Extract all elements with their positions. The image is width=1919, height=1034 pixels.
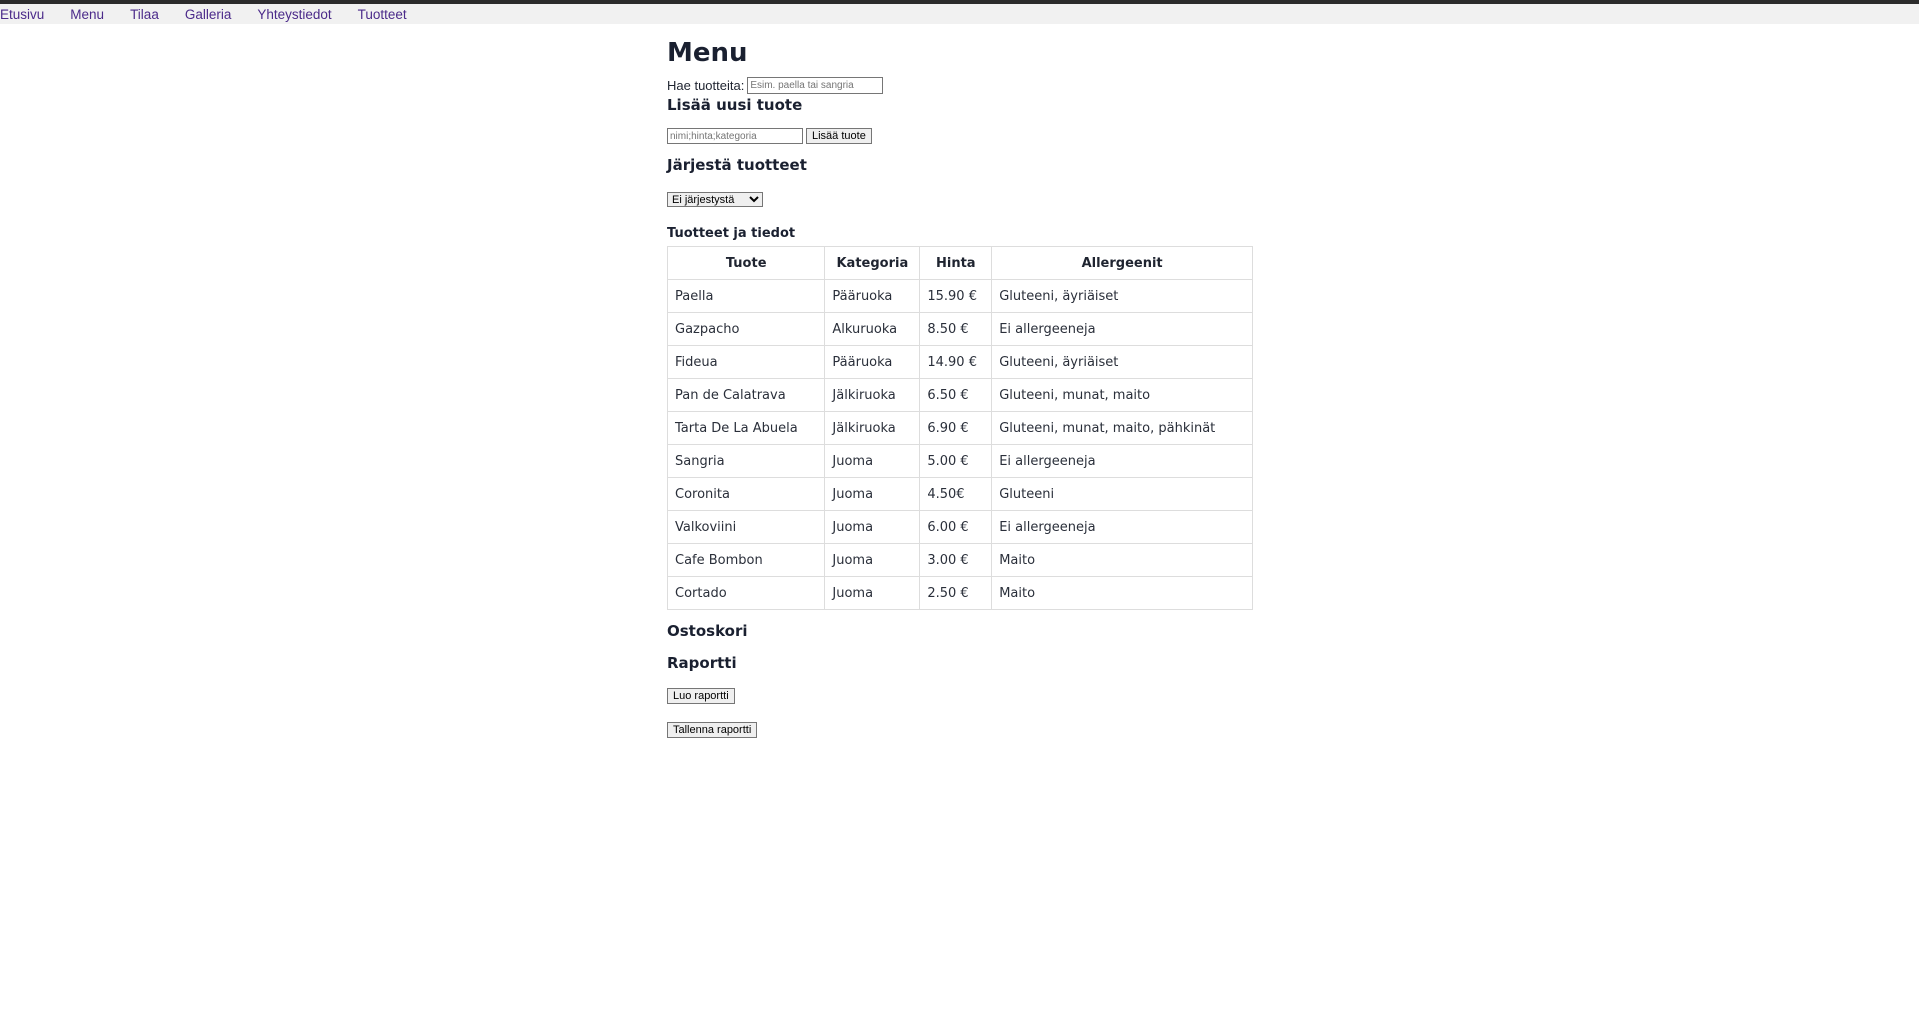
page-title: Menu (667, 38, 748, 68)
report-title: Raportti (667, 654, 737, 672)
save-report-button[interactable]: Tallenna raportti (667, 722, 758, 738)
nav-link-galleria[interactable]: Galleria (185, 7, 232, 22)
table-row: Coronita Juoma 4.50€ Gluteeni (666, 477, 1253, 511)
nav-link-yhteystiedot[interactable]: Yhteystiedot (257, 7, 331, 22)
table-row: Fideua Pääruoka 14.90 € Gluteeni, äyriäi… (666, 345, 1253, 379)
sort-title: Järjestä tuotteet (667, 156, 807, 174)
header-tuote: Tuote (666, 246, 826, 280)
cell-category: Pääruoka (824, 345, 921, 379)
cell-product: Cortado (666, 576, 826, 610)
main-nav: Etusivu Menu Tilaa Galleria Yhteystiedot… (0, 4, 1919, 24)
cell-allergens: Maito (991, 576, 1253, 610)
cell-price: 5.00 € (919, 444, 993, 478)
save-report-wrapper: Tallenna raportti (667, 718, 1287, 738)
table-row: Pan de Calatrava Jälkiruoka 6.50 € Glute… (666, 378, 1253, 412)
table-row: Cortado Juoma 2.50 € Maito (666, 576, 1253, 610)
sort-select[interactable]: Ei järjestystä (667, 192, 763, 207)
cell-category: Juoma (824, 576, 921, 610)
products-table: Tuote Kategoria Hinta Allergeenit Paella… (666, 246, 1253, 610)
main-content: Menu Hae tuotteita: Lisää uusi tuote Lis… (666, 24, 1287, 752)
cell-price: 4.50€ (919, 477, 993, 511)
table-row: Valkoviini Juoma 6.00 € Ei allergeeneja (666, 510, 1253, 544)
cell-allergens: Gluteeni, äyriäiset (991, 279, 1253, 313)
cell-product: Coronita (666, 477, 826, 511)
header-hinta: Hinta (919, 246, 993, 280)
cell-allergens: Ei allergeeneja (991, 444, 1253, 478)
cell-product: Tarta De La Abuela (666, 411, 826, 445)
add-product-row: Lisää tuote (667, 128, 1287, 144)
create-report-wrapper: Luo raportti (667, 684, 1287, 704)
search-label: Hae tuotteita: (667, 78, 745, 93)
cell-price: 3.00 € (919, 543, 993, 577)
nav-link-tuotteet[interactable]: Tuotteet (358, 7, 407, 22)
cell-price: 6.90 € (919, 411, 993, 445)
header-kategoria: Kategoria (824, 246, 921, 280)
cell-category: Jälkiruoka (824, 411, 921, 445)
add-product-button[interactable]: Lisää tuote (806, 128, 872, 144)
cart-title: Ostoskori (667, 622, 748, 640)
cell-category: Juoma (824, 543, 921, 577)
create-report-button[interactable]: Luo raportti (667, 688, 735, 704)
cell-product: Pan de Calatrava (666, 378, 826, 412)
nav-link-menu[interactable]: Menu (70, 7, 104, 22)
cell-product: Valkoviini (666, 510, 826, 544)
table-row: Sangria Juoma 5.00 € Ei allergeeneja (666, 444, 1253, 478)
products-table-title: Tuotteet ja tiedot (667, 226, 796, 241)
cell-price: 15.90 € (919, 279, 993, 313)
cell-category: Jälkiruoka (824, 378, 921, 412)
table-header-row: Tuote Kategoria Hinta Allergeenit (666, 246, 1253, 280)
cell-price: 2.50 € (919, 576, 993, 610)
cell-price: 6.00 € (919, 510, 993, 544)
nav-link-etusivu[interactable]: Etusivu (0, 7, 44, 22)
cell-category: Juoma (824, 444, 921, 478)
add-product-input[interactable] (667, 128, 803, 144)
cell-category: Juoma (824, 510, 921, 544)
table-row: Cafe Bombon Juoma 3.00 € Maito (666, 543, 1253, 577)
table-row: Tarta De La Abuela Jälkiruoka 6.90 € Glu… (666, 411, 1253, 445)
cell-allergens: Gluteeni, munat, maito, pähkinät (991, 411, 1253, 445)
cell-category: Juoma (824, 477, 921, 511)
table-row: Paella Pääruoka 15.90 € Gluteeni, äyriäi… (666, 279, 1253, 313)
cell-price: 8.50 € (919, 312, 993, 346)
add-product-title: Lisää uusi tuote (667, 96, 803, 114)
cell-product: Sangria (666, 444, 826, 478)
cell-category: Pääruoka (824, 279, 921, 313)
cell-product: Gazpacho (666, 312, 826, 346)
cell-product: Cafe Bombon (666, 543, 826, 577)
cell-allergens: Gluteeni, äyriäiset (991, 345, 1253, 379)
nav-link-tilaa[interactable]: Tilaa (130, 7, 159, 22)
cell-product: Fideua (666, 345, 826, 379)
search-input[interactable] (747, 77, 884, 94)
cell-product: Paella (666, 279, 826, 313)
cell-allergens: Ei allergeeneja (991, 510, 1253, 544)
search-row: Hae tuotteita: (667, 77, 1287, 94)
cell-price: 14.90 € (919, 345, 993, 379)
cell-allergens: Gluteeni, munat, maito (991, 378, 1253, 412)
cell-allergens: Ei allergeeneja (991, 312, 1253, 346)
table-row: Gazpacho Alkuruoka 8.50 € Ei allergeenej… (666, 312, 1253, 346)
cell-category: Alkuruoka (824, 312, 921, 346)
cell-allergens: Maito (991, 543, 1253, 577)
cell-price: 6.50 € (919, 378, 993, 412)
cell-allergens: Gluteeni (991, 477, 1253, 511)
header-allergeenit: Allergeenit (991, 246, 1253, 280)
